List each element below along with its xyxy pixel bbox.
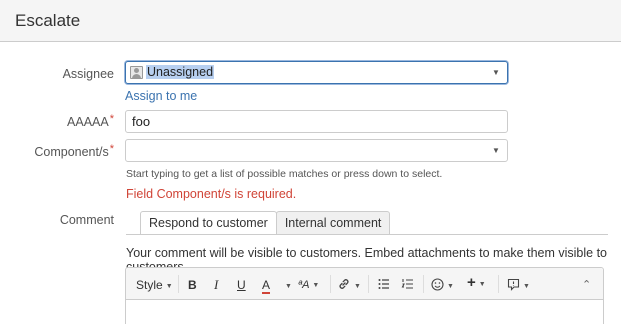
emoticon-button[interactable]: ▼	[431, 277, 454, 293]
more-formatting-button[interactable]: ªA ▼	[298, 277, 319, 293]
toolbar-separator	[330, 275, 331, 293]
chevron-down-icon: ▼	[523, 283, 530, 290]
comment-editor[interactable]: Style ▼ B I U A ▼ ªA ▼ ▼ ▼ + ▼ ▼ ⌃	[125, 267, 604, 324]
assignee-select[interactable]: Unassigned ▼	[125, 61, 508, 84]
components-error: Field Component/s is required.	[126, 187, 297, 201]
collapse-toolbar-button[interactable]: ⌃	[582, 277, 591, 293]
link-icon	[339, 279, 349, 289]
assign-to-me-link[interactable]: Assign to me	[125, 89, 197, 103]
toolbar-separator	[368, 275, 369, 293]
chevron-down-icon: ▼	[478, 281, 486, 288]
components-label-text: Component/s	[34, 145, 109, 159]
style-dropdown[interactable]: Style ▼	[136, 277, 173, 293]
bold-button[interactable]: B	[188, 277, 197, 293]
style-label: Style	[136, 278, 163, 292]
bullet-list-button[interactable]	[377, 277, 391, 293]
comment-label: Comment	[0, 213, 114, 227]
aaaaa-input[interactable]: foo	[125, 110, 508, 133]
dialog-header: Escalate	[0, 0, 621, 42]
editor-toolbar: Style ▼ B I U A ▼ ªA ▼ ▼ ▼ + ▼ ▼ ⌃	[126, 268, 603, 300]
speech-bubble-icon	[507, 278, 520, 291]
chevron-down-icon: ▼	[447, 283, 454, 290]
components-hint: Start typing to get a list of possible m…	[126, 168, 443, 180]
comment-tabs: Respond to customer Internal comment	[140, 211, 391, 235]
bullet-list-icon	[378, 279, 389, 289]
aaaaa-label-text: AAAAA	[67, 115, 109, 129]
text-color-dropdown[interactable]: ▼	[282, 277, 292, 293]
required-marker: *	[109, 143, 114, 155]
assignee-value: Unassigned	[146, 65, 215, 79]
user-avatar-icon	[130, 66, 143, 79]
toolbar-separator	[498, 275, 499, 293]
macro-button[interactable]: ▼	[507, 277, 530, 293]
emoticon-icon	[431, 278, 444, 291]
assignee-label-text: Assignee	[62, 67, 114, 81]
chevron-down-icon: ▼	[312, 282, 320, 289]
comment-label-text: Comment	[59, 213, 114, 227]
chevron-up-icon: ⌃	[582, 279, 592, 291]
link-button[interactable]: ▼	[337, 277, 361, 293]
chevron-down-icon: ▼	[165, 283, 173, 290]
tab-respond-to-customer[interactable]: Respond to customer	[140, 211, 277, 235]
numbered-list-icon	[401, 279, 413, 289]
chevron-down-icon[interactable]: ▼	[485, 62, 507, 83]
aaaaa-label: AAAAA*	[0, 113, 114, 129]
tabs-divider	[126, 234, 608, 235]
chevron-down-icon: ▼	[285, 283, 292, 290]
assignee-label: Assignee	[0, 67, 114, 81]
chevron-down-icon: ▼	[354, 283, 361, 290]
tab-internal-comment[interactable]: Internal comment	[275, 211, 391, 235]
aaaaa-value: foo	[132, 114, 151, 129]
toolbar-separator	[423, 275, 424, 293]
dialog-title: Escalate	[15, 11, 81, 30]
insert-more-button[interactable]: + ▼	[467, 275, 486, 291]
text-color-button[interactable]: A	[262, 277, 271, 294]
more-formatting-icon: ªA	[298, 279, 310, 291]
components-label: Component/s*	[0, 143, 114, 159]
toolbar-separator	[178, 275, 179, 293]
components-select[interactable]: ▼	[125, 139, 508, 162]
plus-icon: +	[467, 274, 476, 291]
numbered-list-button[interactable]	[401, 277, 415, 293]
text-color-icon: A	[262, 278, 271, 294]
chevron-down-icon[interactable]: ▼	[485, 140, 507, 161]
italic-button[interactable]: I	[214, 277, 218, 293]
underline-button[interactable]: U	[237, 277, 246, 293]
required-marker: *	[109, 113, 114, 125]
